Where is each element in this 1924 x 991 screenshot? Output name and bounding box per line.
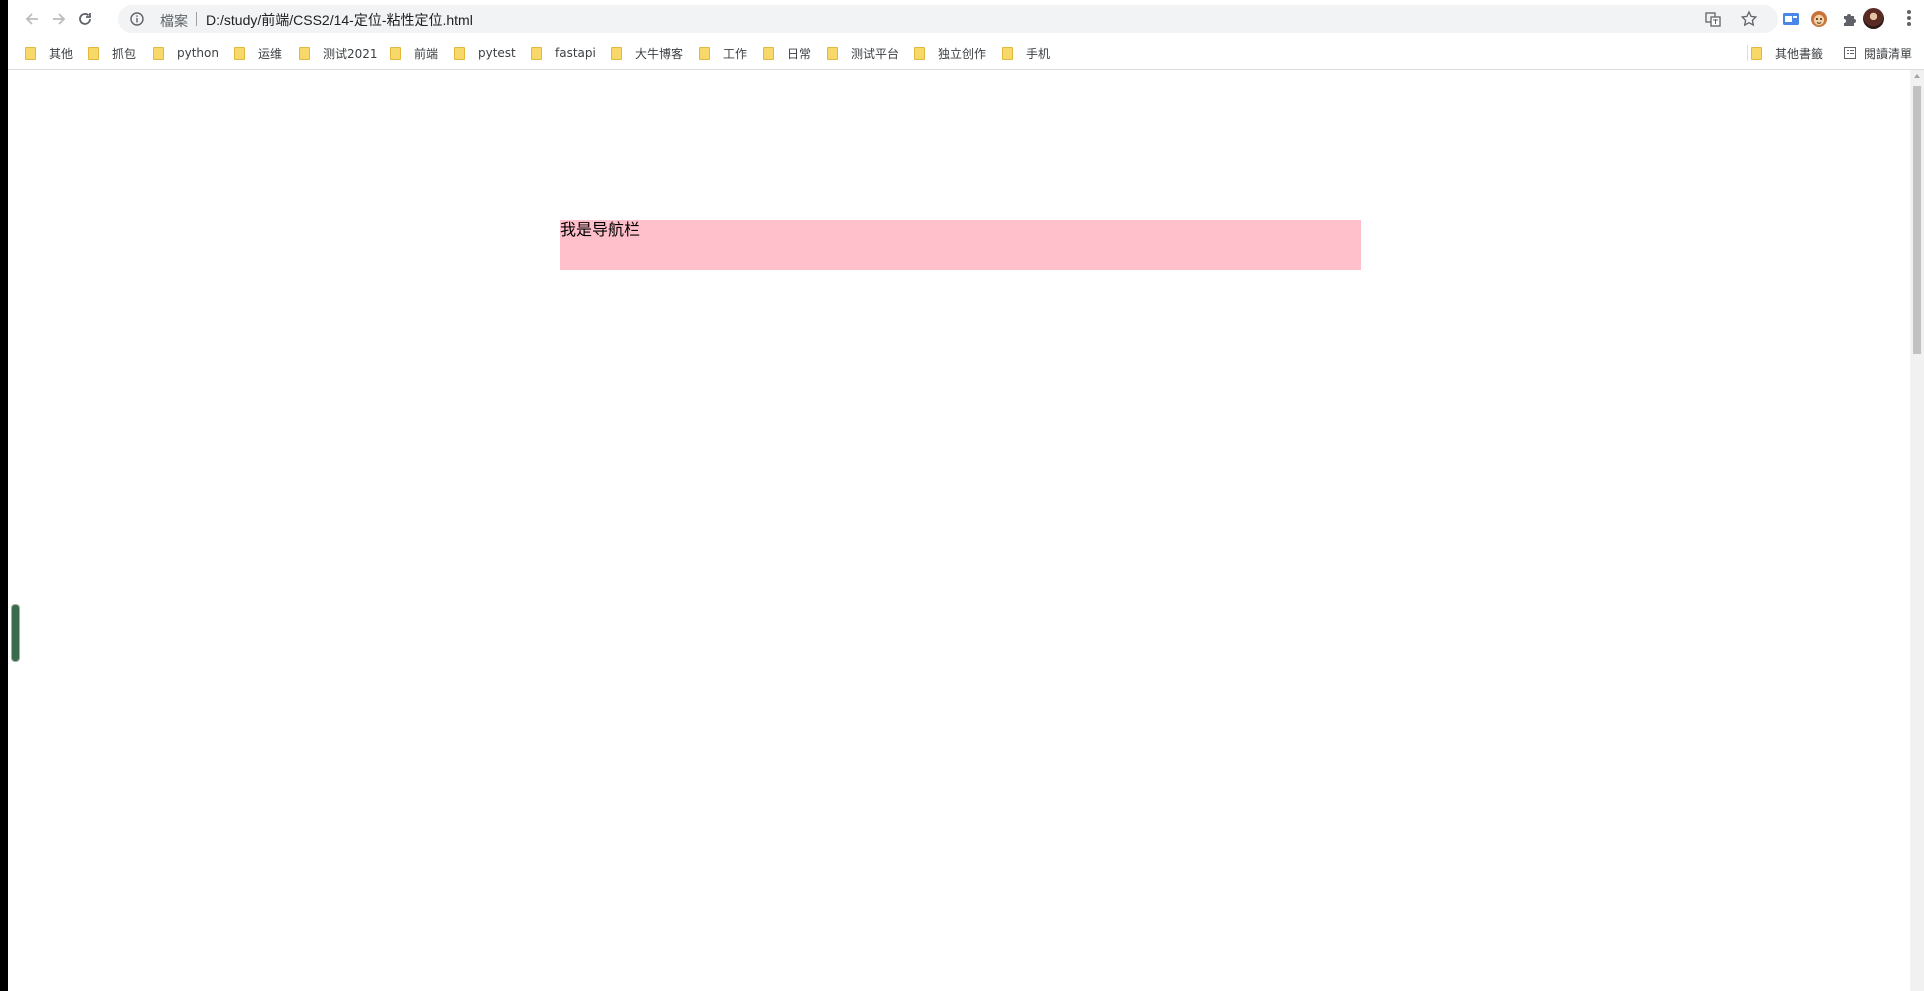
bookmark-folder-手机[interactable]: 手机 xyxy=(1002,43,1050,63)
bookmark-label: fastapi xyxy=(555,46,596,60)
bookmark-folder-其他[interactable]: 其他 xyxy=(25,43,73,63)
bookmark-folder-独立创作[interactable]: 独立创作 xyxy=(914,43,986,63)
forward-arrow-icon xyxy=(53,13,66,25)
page-viewport: 我是导航栏 xyxy=(8,70,1910,991)
bookmark-label: pytest xyxy=(478,46,516,60)
other-bookmarks-folder[interactable]: 其他書籤 xyxy=(1751,43,1823,63)
bookmark-folder-pytest[interactable]: pytest xyxy=(454,43,516,63)
bookmark-label: 其他 xyxy=(49,46,74,61)
reading-list-label: 閱讀清單 xyxy=(1864,46,1913,61)
reading-list-button[interactable]: 閱讀清單 xyxy=(1844,43,1912,63)
folder-icon xyxy=(299,46,310,60)
bookmark-folder-大牛博客[interactable]: 大牛博客 xyxy=(611,43,683,63)
url-text[interactable]: D:/study/前端/CSS2/14-定位-粘性定位.html xyxy=(206,10,473,30)
bookmark-label: 日常 xyxy=(787,46,812,61)
folder-icon xyxy=(763,46,774,60)
bookmark-label: 大牛博客 xyxy=(635,46,684,61)
screenshot-extension-icon[interactable] xyxy=(1781,9,1801,29)
folder-icon xyxy=(234,46,245,60)
bookmark-folder-fastapi[interactable]: fastapi xyxy=(531,43,596,63)
folder-icon xyxy=(1751,46,1762,60)
folder-icon xyxy=(454,46,465,60)
info-icon[interactable] xyxy=(130,12,144,26)
folder-icon xyxy=(88,46,99,60)
bookmarks-bar: 其他 抓包 python 运维 测试2021 前端 pytest fastapi… xyxy=(8,37,1924,70)
bookmark-folder-抓包[interactable]: 抓包 xyxy=(88,43,136,63)
address-bar[interactable]: 檔案 D:/study/前端/CSS2/14-定位-粘性定位.html xyxy=(118,5,1778,33)
folder-icon xyxy=(1002,46,1013,60)
folder-icon xyxy=(827,46,838,60)
side-drag-handle[interactable] xyxy=(11,604,20,662)
profile-avatar[interactable] xyxy=(1863,8,1884,29)
browser-window: 檔案 D:/study/前端/CSS2/14-定位-粘性定位.html 其他 抓… xyxy=(8,0,1924,991)
bookmark-label: 运维 xyxy=(258,46,283,61)
scrollbar-thumb[interactable] xyxy=(1913,86,1921,354)
bookmark-folder-运维[interactable]: 运维 xyxy=(234,43,282,63)
monkey-extension-icon[interactable] xyxy=(1809,9,1829,29)
bookmark-label: 工作 xyxy=(723,46,748,61)
back-arrow-icon xyxy=(25,13,38,25)
sticky-navbar: 我是导航栏 xyxy=(560,220,1361,270)
browser-toolbar: 檔案 D:/study/前端/CSS2/14-定位-粘性定位.html xyxy=(8,0,1924,37)
bookmark-folder-前端[interactable]: 前端 xyxy=(390,43,438,63)
folder-icon xyxy=(25,46,36,60)
reload-button[interactable] xyxy=(72,6,98,32)
bookmark-folder-python[interactable]: python xyxy=(153,43,219,63)
folder-icon xyxy=(699,46,710,60)
folder-icon xyxy=(914,46,925,60)
kebab-menu-icon[interactable] xyxy=(1906,10,1912,28)
bookmark-label: python xyxy=(177,46,219,60)
bookmark-label: 前端 xyxy=(414,46,439,61)
bookmark-label: 测试平台 xyxy=(851,46,900,61)
translate-icon[interactable] xyxy=(1704,10,1722,28)
scheme-label: 檔案 xyxy=(160,14,188,30)
bookmarks-divider xyxy=(1747,45,1748,61)
folder-icon xyxy=(611,46,622,60)
bookmark-folder-工作[interactable]: 工作 xyxy=(699,43,747,63)
scroll-up-arrow-icon[interactable] xyxy=(1914,74,1920,78)
forward-button[interactable] xyxy=(46,6,72,32)
folder-icon xyxy=(531,46,542,60)
bookmark-label: 抓包 xyxy=(112,46,137,61)
other-bookmarks-label: 其他書籤 xyxy=(1775,46,1824,61)
vertical-scrollbar[interactable] xyxy=(1910,70,1924,991)
bookmark-folder-测试2021[interactable]: 测试2021 xyxy=(299,43,378,63)
back-button[interactable] xyxy=(19,6,45,32)
star-icon[interactable] xyxy=(1740,10,1758,28)
bookmark-label: 手机 xyxy=(1026,46,1051,61)
bookmark-folder-日常[interactable]: 日常 xyxy=(763,43,811,63)
folder-icon xyxy=(390,46,401,60)
bookmark-label: 独立创作 xyxy=(938,46,987,61)
bookmark-label: 测试2021 xyxy=(323,46,378,61)
folder-icon xyxy=(153,46,164,60)
bookmark-folder-测试平台[interactable]: 测试平台 xyxy=(827,43,899,63)
omnibox-divider xyxy=(196,12,197,26)
puzzle-extensions-icon[interactable] xyxy=(1840,9,1860,29)
reading-list-icon xyxy=(1844,47,1856,59)
reload-icon xyxy=(79,13,91,25)
